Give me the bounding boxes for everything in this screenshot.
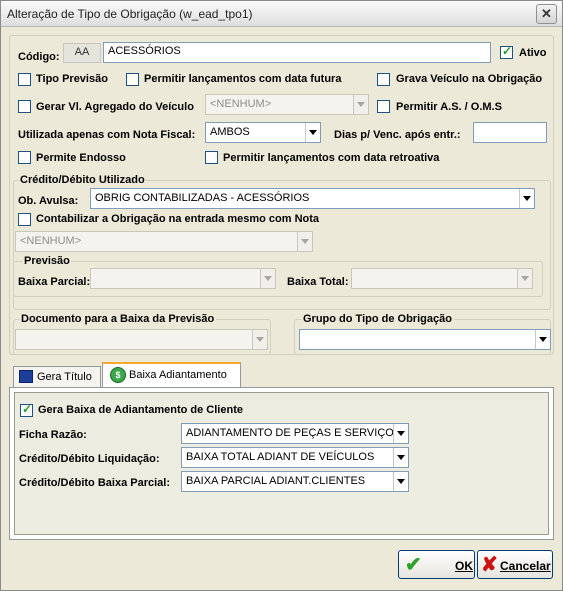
contabilizar-select[interactable]: <NENHUM> (15, 231, 313, 252)
baixa-parcial-label: Baixa Parcial: (18, 276, 91, 288)
grupo-select[interactable] (299, 329, 551, 350)
permite-endosso-label: Permite Endosso (36, 152, 126, 164)
gerar-vl-checkbox[interactable] (18, 100, 31, 113)
documento-label: Documento para a Baixa da Previsão (19, 313, 217, 325)
baixa-total-label: Baixa Total: (287, 276, 349, 288)
ok-button[interactable]: ✔ OK (398, 550, 475, 579)
ob-avulsa-select-value: OBRIG CONTABILIZADAS - ACESSÓRIOS (95, 192, 310, 204)
liquidacao-label: Crédito/Débito Liquidação: (19, 453, 160, 465)
codigo-label: Código: (18, 51, 60, 63)
chevron-down-icon[interactable] (517, 269, 532, 288)
ok-button-label: OK (455, 559, 473, 573)
chevron-down-icon[interactable] (535, 330, 550, 349)
liquidacao-select-value: BAIXA TOTAL ADIANT DE VEÍCULOS (186, 451, 375, 463)
baixa-parcial-select[interactable] (90, 268, 276, 289)
baixa-total-select[interactable] (351, 268, 533, 289)
ficha-razao-select[interactable]: ADIANTAMENTO DE PEÇAS E SERVIÇOS (181, 423, 409, 444)
ativo-label: Ativo (519, 47, 547, 59)
permitir-retroativa-checkbox[interactable] (205, 151, 218, 164)
chevron-down-icon[interactable] (393, 472, 408, 491)
close-icon: ✕ (541, 6, 552, 21)
dias-venc-label: Dias p/ Venc. após entr.: (334, 129, 461, 141)
contabilizar-label: Contabilizar a Obrigação na entrada mesm… (36, 213, 320, 225)
ficha-razao-select-value: ADIANTAMENTO DE PEÇAS E SERVIÇOS (186, 427, 402, 439)
document-icon (19, 370, 33, 383)
permitir-as-checkbox[interactable] (377, 100, 390, 113)
permitir-retroativa-label: Permitir lançamentos com data retroativa (223, 152, 440, 164)
previsao-group-label: Previsão (23, 255, 71, 267)
grupo-label: Grupo do Tipo de Obrigação (301, 313, 454, 325)
chevron-down-icon[interactable] (252, 330, 267, 349)
baixa-parcial-adiant-select-value: BAIXA PARCIAL ADIANT.CLIENTES (186, 475, 366, 487)
permitir-as-label: Permitir A.S. / O.M.S (396, 101, 502, 113)
gerar-vl-label: Gerar Vl. Agregado do Veículo (36, 101, 194, 113)
tab-baixa-adiantamento-label: Baixa Adiantamento (129, 369, 227, 381)
ativo-checkbox[interactable] (500, 44, 513, 59)
tab-baixa-adiantamento[interactable]: $ Baixa Adiantamento (102, 362, 241, 388)
chevron-down-icon[interactable] (519, 189, 534, 208)
checkmark-icon: ✔ (405, 554, 422, 576)
chevron-down-icon[interactable] (393, 448, 408, 467)
nota-fiscal-select[interactable]: AMBOS (205, 122, 321, 143)
documento-select[interactable] (15, 329, 268, 350)
tipo-previsao-checkbox[interactable] (18, 73, 31, 86)
liquidacao-select[interactable]: BAIXA TOTAL ADIANT DE VEÍCULOS (181, 447, 409, 468)
nota-fiscal-label: Utilizada apenas com Nota Fiscal: (18, 129, 196, 141)
grava-veiculo-checkbox[interactable] (377, 73, 390, 86)
close-button[interactable]: ✕ (536, 4, 557, 24)
permitir-futura-checkbox[interactable] (126, 73, 139, 86)
dias-venc-input[interactable] (473, 122, 547, 143)
permite-endosso-checkbox[interactable] (18, 151, 31, 164)
tipo-previsao-label: Tipo Previsão (36, 73, 108, 85)
chevron-down-icon[interactable] (393, 424, 408, 443)
chevron-down-icon[interactable] (353, 95, 368, 114)
tab-gera-titulo[interactable]: Gera Título (13, 366, 101, 387)
ob-avulsa-select[interactable]: OBRIG CONTABILIZADAS - ACESSÓRIOS (90, 188, 535, 209)
gerar-vl-select-value: <NENHUM> (210, 98, 272, 110)
contabilizar-checkbox[interactable] (18, 213, 31, 226)
money-icon: $ (110, 367, 126, 383)
baixa-parcial-adiant-label: Crédito/Débito Baixa Parcial: (19, 477, 170, 489)
codigo-input[interactable]: ACESSÓRIOS (103, 42, 491, 63)
ob-avulsa-label: Ob. Avulsa: (18, 195, 79, 207)
gera-baixa-label: Gera Baixa de Adiantamento de Cliente (38, 404, 243, 416)
permitir-futura-label: Permitir lançamentos com data futura (144, 73, 342, 85)
cancel-x-icon: ✘ (481, 554, 498, 576)
contabilizar-select-value: <NENHUM> (20, 235, 82, 247)
chevron-down-icon[interactable] (297, 232, 312, 251)
gerar-vl-select[interactable]: <NENHUM> (205, 94, 369, 115)
tab-panel-inner: Gera Baixa de Adiantamento de Cliente Fi… (14, 392, 549, 535)
cancel-button[interactable]: ✘ Cancelar (477, 550, 553, 579)
gera-baixa-checkbox[interactable] (20, 402, 33, 417)
ficha-razao-label: Ficha Razão: (19, 429, 87, 441)
codigo-prefix: AA (63, 43, 101, 63)
tab-gera-titulo-label: Gera Título (37, 371, 92, 383)
dialog-window: Alteração de Tipo de Obrigação (w_ead_tp… (0, 0, 563, 591)
baixa-parcial-adiant-select[interactable]: BAIXA PARCIAL ADIANT.CLIENTES (181, 471, 409, 492)
credito-debito-group-label: Crédito/Débito Utilizado (19, 174, 146, 186)
chevron-down-icon[interactable] (260, 269, 275, 288)
window-title: Alteração de Tipo de Obrigação (w_ead_tp… (7, 7, 253, 21)
tab-panel: Gera Baixa de Adiantamento de Cliente Fi… (9, 387, 554, 540)
cancel-button-label: Cancelar (500, 559, 551, 573)
title-bar: Alteração de Tipo de Obrigação (w_ead_tp… (1, 1, 562, 27)
grava-veiculo-label: Grava Veículo na Obrigação (396, 73, 543, 85)
chevron-down-icon[interactable] (305, 123, 320, 142)
nota-fiscal-select-value: AMBOS (210, 126, 250, 138)
